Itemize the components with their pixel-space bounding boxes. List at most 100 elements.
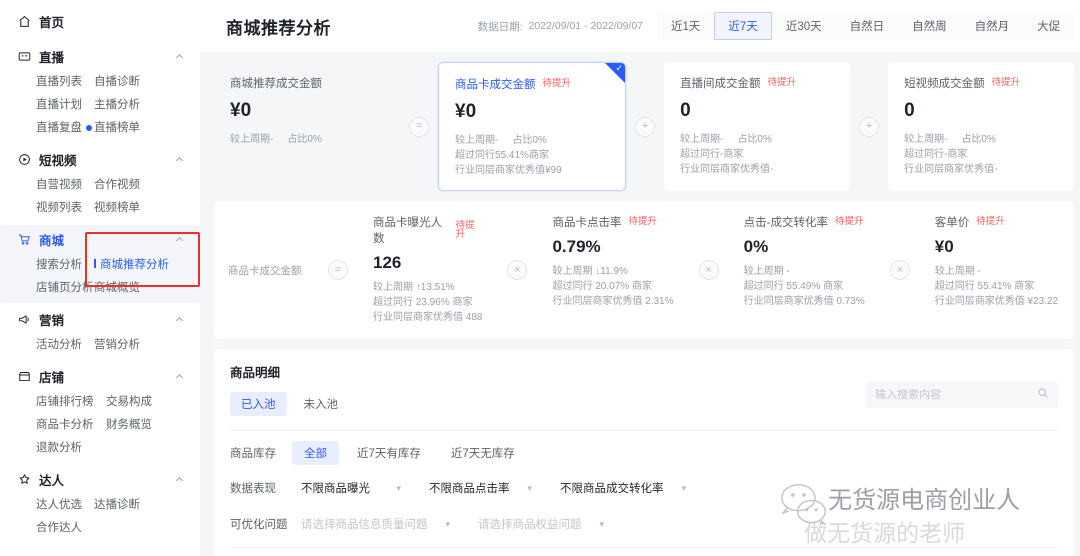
search-icon[interactable]	[1037, 386, 1049, 404]
metric-card-sub-3: 行业同层商家优秀值 ¥23.22	[934, 296, 1059, 307]
metric-card-click-to-order-conversion[interactable]: 点击-成交转化率 待提升 0% 较上周期 - 超过同行 55.49% 商家 行业…	[728, 201, 881, 339]
tab-last-30-days[interactable]: 近30天	[771, 12, 836, 40]
tab-natural-day[interactable]: 自然日	[835, 12, 899, 40]
chevron-up-icon[interactable]	[174, 234, 186, 246]
metric-card-average-order-value[interactable]: 客单价 待提升 ¥0 较上周期 - 超过同行 55.41% 商家 行业同层商家优…	[919, 201, 1074, 339]
sidebar-subrow: 店铺页分析 商城概览	[36, 277, 200, 300]
filter-row-performance: 数据表现 不限商品曝光 ▾ 不限商品点击率 ▾ 不限商品成交转化率 ▾	[230, 475, 1058, 501]
metric-card-value: 0.79%	[552, 237, 601, 256]
metric-card-short-video-gmv[interactable]: 短视频成交金额 待提升 0 较上周期- 占比0% 超过同行-商家 行业同层商家优秀…	[888, 62, 1075, 191]
metric-card-sub-3: 行业同层商家优秀值-	[680, 164, 774, 175]
sidebar-item-video-ranking[interactable]: 视频榜单	[94, 197, 140, 220]
sidebar-item-activity-analysis[interactable]: 活动分析	[36, 334, 94, 357]
metric-card-header: 商品卡点击率 待提升	[552, 214, 673, 230]
chevron-down-icon: ▾	[445, 518, 451, 529]
chevron-up-icon[interactable]	[174, 314, 186, 326]
sidebar-group-header-live[interactable]: 直播	[0, 42, 200, 71]
sidebar-item-transaction-composition[interactable]: 交易构成	[106, 391, 152, 414]
chip-stock-has-7d[interactable]: 近7天有库存	[345, 441, 433, 465]
metric-card-header: 商城推荐成交金额	[230, 75, 384, 91]
metric-card-product-card-impression-users[interactable]: 商品卡曝光人数 待提升 126 较上周期 ↑13.51% 超过同行 23.96%…	[357, 201, 498, 339]
sidebar-group-header-shop[interactable]: 店铺	[0, 362, 200, 391]
sidebar-item-live-review[interactable]: 直播复盘	[36, 117, 94, 140]
sidebar-item-shop-ranking[interactable]: 店铺排行榜	[36, 391, 106, 414]
sidebar-item-live-plan[interactable]: 直播计划	[36, 94, 94, 117]
metric-card-live-room-gmv[interactable]: 直播间成交金额 待提升 0 较上周期- 占比0% 超过同行-商家 行业同层商家优秀…	[664, 62, 851, 191]
tab-last-1-day[interactable]: 近1天	[657, 12, 715, 40]
tab-in-pool[interactable]: 已入池	[230, 392, 287, 416]
chevron-up-icon[interactable]	[174, 154, 186, 166]
sidebar-item-finance-overview[interactable]: 财务概览	[106, 414, 152, 437]
date-range-tabs: 近1天 近7天 近30天 自然日 自然周 自然月 大促	[657, 12, 1075, 40]
chip-stock-all[interactable]: 全部	[292, 441, 339, 465]
metric-card-title: 商城推荐成交金额	[230, 78, 322, 90]
tab-natural-month[interactable]: 自然月	[960, 12, 1024, 40]
row2-lead-label: 商品卡成交金额	[228, 264, 302, 277]
select-info-quality-issue[interactable]: 请选择商品信息质量问题 ▾	[292, 511, 459, 537]
sidebar-subitems-talent: 达人优选 达播诊断 合作达人	[0, 494, 200, 543]
status-badge: 待提升	[542, 78, 572, 90]
app-root: 首页 直播 直播列表 自播诊断 直播计划 主播分析 直播复盘 直播榜单 短视频 …	[0, 0, 1080, 556]
sidebar-item-mall-overview[interactable]: 商城概览	[94, 277, 140, 300]
sidebar-subrow: 合作达人	[36, 517, 200, 540]
sidebar-item-live-ranking[interactable]: 直播榜单	[94, 117, 140, 140]
select-product-ctr[interactable]: 不限商品点击率 ▾	[420, 475, 541, 501]
metric-card-sub-2: 超过同行55.41%商家	[455, 150, 549, 161]
metric-card-mall-recommend-gmv[interactable]: 商城推荐成交金额 ¥0 较上周期- 占比0%	[214, 62, 400, 191]
sidebar-item-self-video[interactable]: 自营视频	[36, 174, 94, 197]
sidebar-item-talent-select[interactable]: 达人优选	[36, 494, 94, 517]
metric-card-title: 商品卡曝光人数	[373, 217, 442, 245]
sidebar-group-header-mall[interactable]: 商城	[0, 225, 200, 254]
sidebar-item-shop-page-analysis[interactable]: 店铺页分析	[36, 277, 94, 300]
sidebar-group-header-talent[interactable]: 达人	[0, 465, 200, 494]
sidebar-item-home[interactable]: 首页	[0, 6, 200, 36]
select-product-conversion[interactable]: 不限商品成交转化率 ▾	[551, 475, 695, 501]
sidebar-group-label: 达人	[39, 474, 65, 488]
metric-cards-row-2: 商品卡成交金额 = 商品卡曝光人数 待提升 126 较上周期 ↑13.51% 超…	[214, 201, 1075, 339]
sidebar-subrow: 达人优选 达播诊断	[36, 494, 200, 517]
sidebar-item-video-list[interactable]: 视频列表	[36, 197, 94, 220]
sidebar-group-header-shortvideo[interactable]: 短视频	[0, 145, 200, 174]
sidebar-item-coop-talent[interactable]: 合作达人	[36, 517, 94, 540]
tab-natural-week[interactable]: 自然周	[898, 12, 961, 40]
search-box[interactable]	[866, 381, 1059, 408]
sidebar-item-search-analysis[interactable]: 搜索分析	[36, 254, 94, 277]
tab-big-promotion[interactable]: 大促	[1023, 12, 1075, 40]
date-range-value[interactable]: 2022/09/01 - 2022/09/07	[529, 20, 643, 32]
sidebar-item-refund-analysis[interactable]: 退款分析	[36, 437, 106, 460]
chevron-up-icon[interactable]	[174, 474, 186, 486]
tab-not-in-pool[interactable]: 未入池	[293, 392, 350, 416]
sidebar-subrow: 视频列表 视频榜单	[36, 197, 200, 220]
metric-card-product-card-gmv[interactable]: ✓ 商品卡成交金额 待提升 ¥0 较上周期- 占比0% 超过同行55.41%商家 …	[438, 62, 627, 191]
tab-last-7-days[interactable]: 近7天	[714, 12, 772, 40]
sidebar-item-self-diagnosis[interactable]: 自播诊断	[94, 71, 140, 94]
chevron-up-icon[interactable]	[174, 51, 186, 63]
sidebar-group-shortvideo: 短视频 自营视频 合作视频 视频列表 视频榜单	[0, 145, 200, 223]
sidebar-item-coop-video[interactable]: 合作视频	[94, 174, 140, 197]
sidebar-group-header-marketing[interactable]: 营销	[0, 305, 200, 334]
filter-label-performance: 数据表现	[230, 483, 276, 495]
metric-card-value: 0	[904, 100, 915, 121]
select-rights-issue[interactable]: 请选择商品权益问题 ▾	[469, 511, 613, 537]
metric-card-product-card-ctr[interactable]: 商品卡点击率 待提升 0.79% 较上周期 ↓11.9% 超过同行 20.07%…	[536, 201, 689, 339]
sidebar-subrow: 直播列表 自播诊断	[36, 71, 200, 94]
chip-stock-none-7d[interactable]: 近7天无库存	[439, 441, 527, 465]
operator-slot: +	[626, 62, 664, 191]
sidebar-item-live-list[interactable]: 直播列表	[36, 71, 94, 94]
sidebar-subitems-marketing: 活动分析 营销分析	[0, 334, 200, 360]
sidebar-subrow: 退款分析	[36, 437, 200, 460]
search-input[interactable]	[875, 388, 1038, 401]
sidebar-item-product-card-analysis[interactable]: 商品卡分析	[36, 414, 106, 437]
sidebar-item-marketing-analysis[interactable]: 营销分析	[94, 334, 140, 357]
select-product-impression[interactable]: 不限商品曝光 ▾	[292, 475, 410, 501]
metric-card-value: 126	[373, 253, 402, 272]
sidebar-item-mall-recommend-analysis[interactable]: 商城推荐分析	[94, 254, 169, 277]
check-icon: ✓	[615, 63, 624, 73]
operator-slot: ×	[690, 201, 728, 339]
chevron-up-icon[interactable]	[174, 371, 186, 383]
page-header: 商城推荐分析 数据日期: 2022/09/01 - 2022/09/07 近1天…	[200, 0, 1080, 52]
metric-card-value: ¥0	[455, 101, 477, 122]
metric-card-value: 0%	[743, 237, 769, 256]
sidebar-item-talent-live-diagnosis[interactable]: 达播诊断	[94, 494, 140, 517]
sidebar-item-anchor-analysis[interactable]: 主播分析	[94, 94, 140, 117]
